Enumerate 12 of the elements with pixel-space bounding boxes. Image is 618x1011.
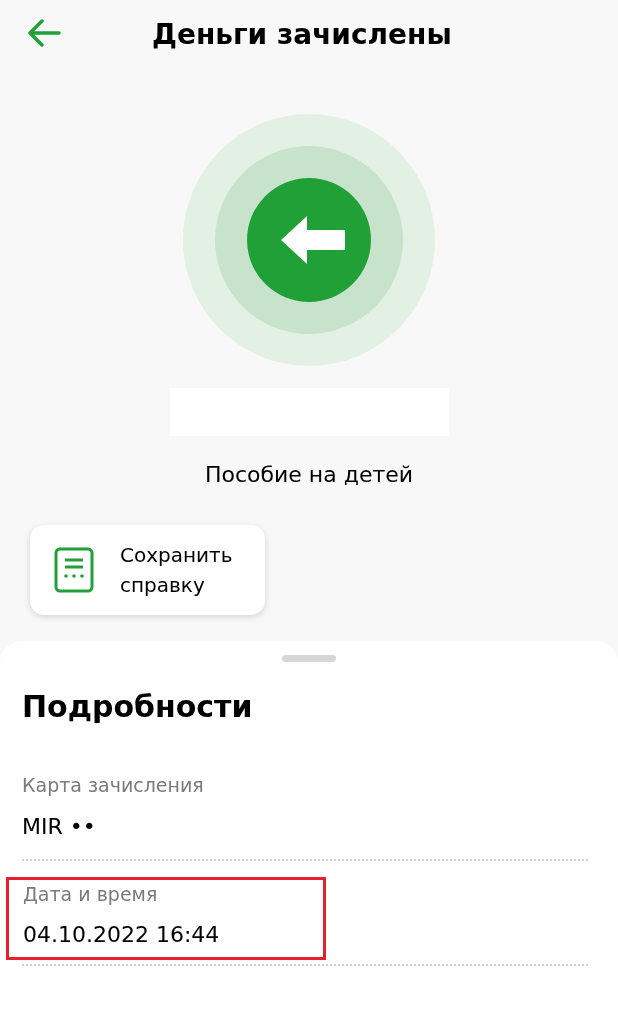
payment-purpose: Пособие на детей <box>204 461 414 489</box>
detail-value: 04.10.2022 16:44 <box>23 921 221 949</box>
detail-value: MIR •• <box>22 812 97 841</box>
details-title: Подробности <box>22 688 254 726</box>
save-certificate-button[interactable]: Сохранить справку <box>30 525 265 615</box>
page-title: Деньги зачислены <box>152 17 452 53</box>
detail-label: Дата и время <box>23 881 159 907</box>
detail-label: Карта зачисления <box>22 773 205 798</box>
back-arrow-icon <box>27 19 61 47</box>
document-icon <box>54 547 94 593</box>
drag-handle[interactable] <box>282 655 336 662</box>
incoming-transfer-icon <box>183 114 435 366</box>
